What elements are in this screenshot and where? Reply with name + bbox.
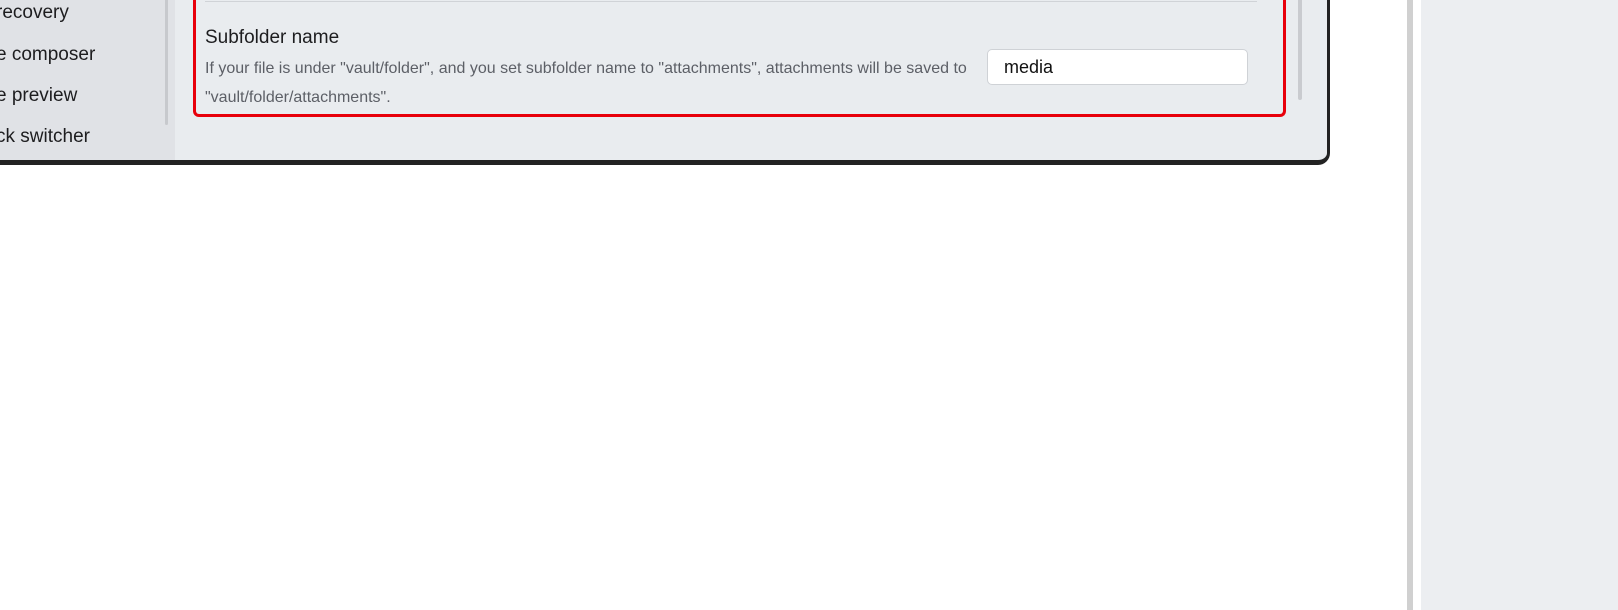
sidebar-item-label: ck switcher <box>0 126 90 147</box>
setting-description: If your file is under "vault/folder", an… <box>205 60 967 106</box>
sidebar-item-page-composer[interactable]: e composer <box>0 42 95 68</box>
sidebar-scrollbar[interactable] <box>165 0 168 125</box>
right-panel <box>1421 0 1618 610</box>
content-scrollbar[interactable] <box>1298 0 1302 100</box>
sidebar-item-label: e preview <box>0 85 78 106</box>
settings-content: Subfolder name If your file is under "va… <box>175 0 1327 160</box>
setting-name: Subfolder name <box>205 27 340 48</box>
sidebar-item-label: e composer <box>0 44 96 65</box>
sidebar-item-label: recovery <box>0 2 69 23</box>
subfolder-name-input[interactable] <box>987 49 1248 85</box>
sidebar-item-file-recovery[interactable]: recovery <box>0 0 69 26</box>
sidebar-item-quick-switcher[interactable]: ck switcher <box>0 124 90 150</box>
sidebar-item-page-preview[interactable]: e preview <box>0 83 77 109</box>
pane-divider[interactable] <box>1407 0 1413 610</box>
setting-divider <box>205 1 1257 2</box>
settings-sidebar: recovery e composer e preview ck switche… <box>0 0 175 160</box>
settings-modal: recovery e composer e preview ck switche… <box>0 0 1330 165</box>
